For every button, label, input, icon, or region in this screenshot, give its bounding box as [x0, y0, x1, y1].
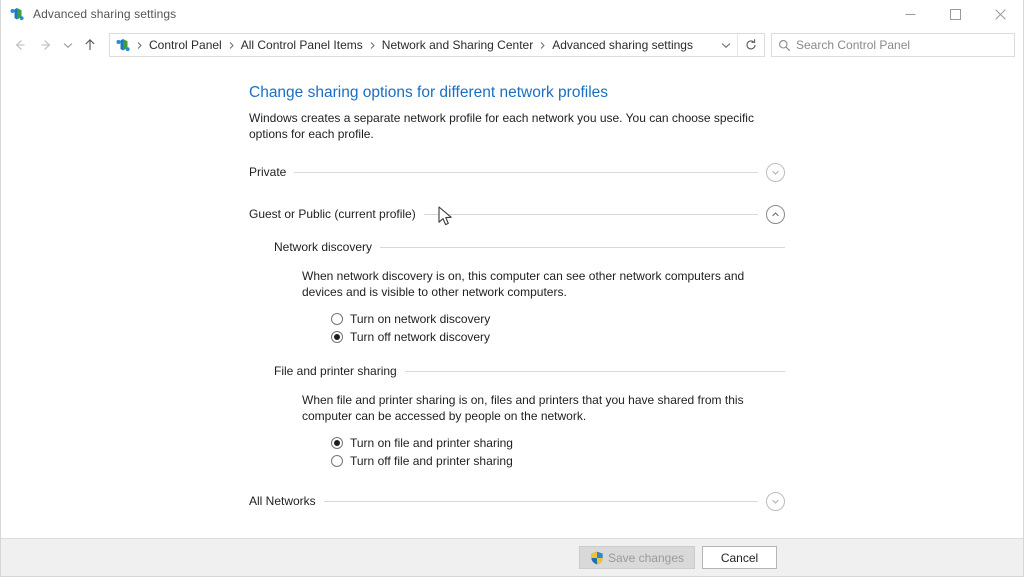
close-icon	[995, 8, 1006, 20]
breadcrumb-separator[interactable]	[366, 41, 379, 50]
breadcrumb: Control Panel All Control Panel Items Ne…	[110, 36, 715, 54]
breadcrumb-separator[interactable]	[536, 41, 549, 50]
radio-row-turn-on-file-and-printer-sharing[interactable]: Turn on file and printer sharing	[331, 434, 785, 452]
breadcrumb-item-advanced-sharing-settings[interactable]: Advanced sharing settings	[549, 36, 696, 54]
profile-row-guest-or-public[interactable]: Guest or Public (current profile)	[249, 201, 785, 227]
search-icon	[772, 39, 796, 52]
breadcrumb-separator[interactable]	[225, 41, 238, 50]
profile-row-all-networks[interactable]: All Networks	[249, 488, 785, 514]
section-description-network-discovery: When network discovery is on, this compu…	[302, 269, 745, 299]
radio-label-turn-on-file-and-printer-sharing: Turn on file and printer sharing	[350, 436, 513, 450]
profile-row-private[interactable]: Private	[249, 159, 785, 185]
search-box[interactable]: Search Control Panel	[771, 33, 1015, 57]
radio-turn-off-network-discovery[interactable]	[331, 331, 343, 343]
breadcrumb-item-all-control-panel-items[interactable]: All Control Panel Items	[238, 36, 366, 54]
forward-arrow-icon	[41, 40, 51, 50]
section-header: File and printer sharing	[274, 360, 785, 382]
profile-label-private: Private	[249, 165, 287, 179]
profile-label-guest-or-public: Guest or Public (current profile)	[249, 207, 416, 221]
back-arrow-icon	[15, 40, 25, 50]
radio-row-turn-on-network-discovery[interactable]: Turn on network discovery	[331, 310, 785, 328]
chevron-right-icon	[229, 41, 234, 49]
section-title-file-and-printer-sharing: File and printer sharing	[274, 364, 397, 378]
breadcrumb-separator[interactable]	[133, 41, 146, 50]
up-arrow-icon	[85, 38, 95, 50]
radio-turn-off-file-and-printer-sharing[interactable]	[331, 455, 343, 467]
section-file-and-printer-sharing: File and printer sharing When file and p…	[274, 360, 785, 470]
chevron-down-icon	[772, 170, 779, 175]
radio-label-turn-on-network-discovery: Turn on network discovery	[350, 312, 491, 326]
settings-page: Change sharing options for different net…	[1, 62, 1023, 514]
forward-button[interactable]	[33, 32, 59, 58]
page-title: Change sharing options for different net…	[249, 84, 609, 101]
breadcrumb-network-sharing-icon[interactable]	[115, 37, 131, 53]
minimize-button[interactable]	[888, 0, 933, 28]
save-changes-label: Save changes	[607, 550, 684, 565]
chevron-down-icon	[772, 499, 779, 504]
content-area: Change sharing options for different net…	[1, 62, 1023, 538]
refresh-icon	[746, 39, 756, 50]
section-network-discovery: Network discovery When network discovery…	[274, 236, 785, 346]
radio-turn-on-file-and-printer-sharing[interactable]	[331, 437, 343, 449]
cancel-button[interactable]: Cancel	[702, 546, 777, 569]
back-button[interactable]	[7, 32, 33, 58]
maximize-icon	[950, 8, 961, 20]
chevron-up-icon	[772, 211, 779, 216]
radio-row-turn-off-network-discovery[interactable]: Turn off network discovery	[331, 328, 785, 346]
radio-label-turn-off-file-and-printer-sharing: Turn off file and printer sharing	[350, 454, 513, 468]
expand-toggle-private[interactable]	[766, 162, 785, 182]
footer-bar: Save changes Cancel	[1, 538, 1023, 576]
profile-label-all-networks: All Networks	[249, 494, 316, 508]
network-sharing-icon	[9, 6, 25, 22]
refresh-button[interactable]	[738, 34, 764, 56]
chevron-down-icon	[721, 43, 731, 48]
uac-shield-icon	[590, 551, 604, 565]
window-controls	[888, 0, 1023, 28]
close-button[interactable]	[978, 0, 1023, 28]
radio-turn-on-network-discovery[interactable]	[331, 313, 343, 325]
minimize-icon	[905, 13, 916, 15]
radio-label-turn-off-network-discovery: Turn off network discovery	[350, 330, 491, 344]
section-rule	[380, 246, 785, 248]
section-body: When network discovery is on, this compu…	[302, 258, 785, 346]
section-title-network-discovery: Network discovery	[274, 240, 373, 254]
expand-toggle-all-networks[interactable]	[766, 491, 785, 511]
chevron-right-icon	[540, 41, 545, 49]
chevron-right-icon	[370, 41, 375, 49]
radio-group-network-discovery: Turn on network discovery Turn off netwo…	[331, 300, 785, 346]
up-button[interactable]	[77, 32, 103, 58]
search-input[interactable]: Search Control Panel	[796, 38, 910, 52]
chevron-right-icon	[137, 41, 142, 49]
section-rule	[404, 370, 785, 372]
profile-rule	[323, 500, 758, 502]
profile-rule	[423, 213, 758, 215]
collapse-toggle-guest-or-public[interactable]	[766, 204, 785, 224]
section-body: When file and printer sharing is on, fil…	[302, 382, 785, 470]
save-changes-button[interactable]: Save changes	[578, 546, 695, 569]
recent-locations-button[interactable]	[59, 32, 77, 58]
window-title: Advanced sharing settings	[33, 7, 177, 21]
profile-rule	[294, 171, 758, 173]
section-header: Network discovery	[274, 236, 785, 258]
chevron-down-icon	[63, 43, 73, 48]
radio-row-turn-off-file-and-printer-sharing[interactable]: Turn off file and printer sharing	[331, 452, 785, 470]
cancel-label: Cancel	[720, 550, 759, 565]
maximize-button[interactable]	[933, 0, 978, 28]
breadcrumb-item-network-and-sharing-center[interactable]: Network and Sharing Center	[379, 36, 536, 54]
title-bar: Advanced sharing settings	[1, 0, 1023, 28]
navigation-bar: Control Panel All Control Panel Items Ne…	[1, 28, 1023, 62]
radio-group-file-and-printer-sharing: Turn on file and printer sharing Turn of…	[331, 424, 785, 470]
advanced-sharing-settings-window: Advanced sharing settings Control Panel …	[0, 0, 1024, 577]
address-bar[interactable]: Control Panel All Control Panel Items Ne…	[109, 33, 765, 57]
section-description-file-and-printer-sharing: When file and printer sharing is on, fil…	[302, 393, 744, 423]
page-intro: Windows creates a separate network profi…	[249, 111, 754, 141]
address-dropdown-button[interactable]	[715, 34, 737, 56]
breadcrumb-item-control-panel[interactable]: Control Panel	[146, 36, 225, 54]
